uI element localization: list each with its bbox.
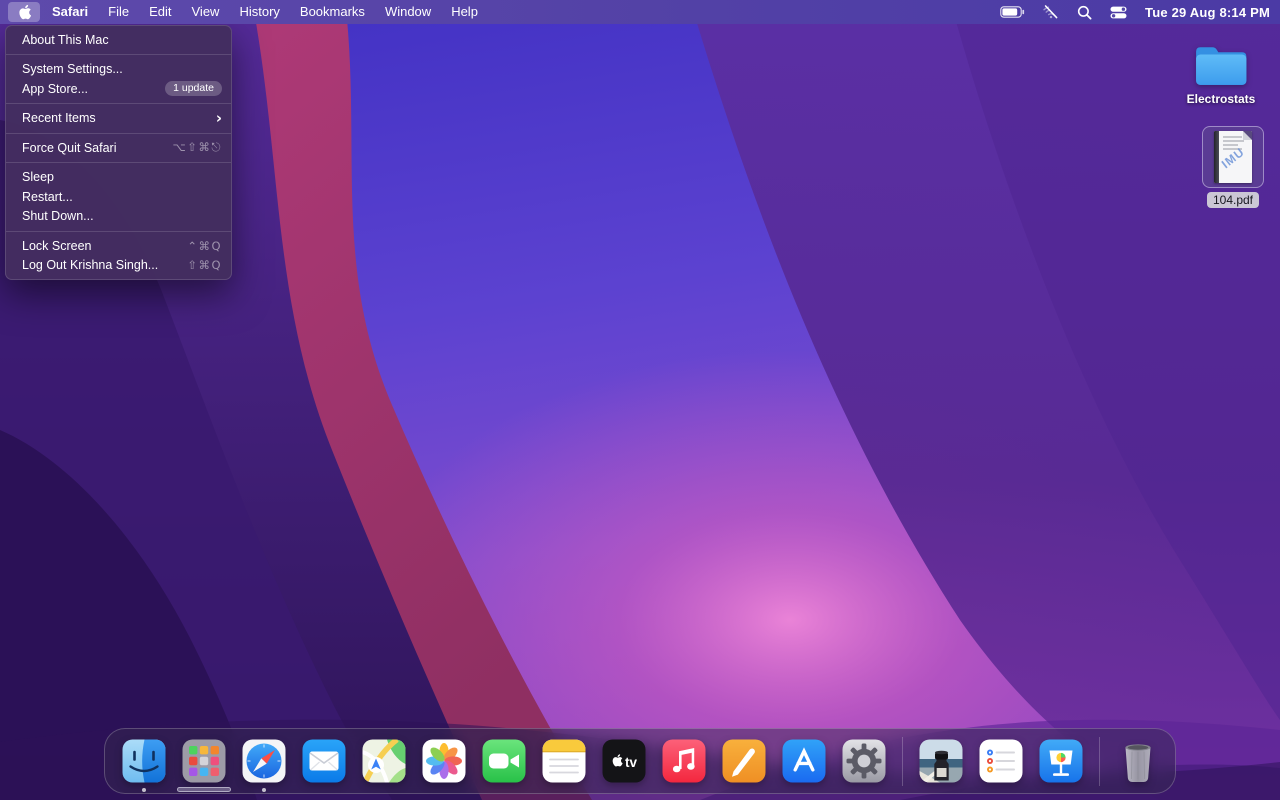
pages-icon	[721, 738, 767, 784]
menu-bar: Safari File Edit View History Bookmarks …	[0, 0, 1280, 24]
dock-item-notes[interactable]	[541, 738, 587, 784]
desktop-icon-104-pdf[interactable]: IMU 104.pdf	[1197, 126, 1269, 209]
music-icon	[661, 738, 707, 784]
menu-separator	[6, 54, 231, 55]
ink-bottle-photo-icon	[918, 738, 964, 784]
apple-menu-dropdown: About This Mac System Settings... App St…	[5, 25, 232, 280]
dock-item-safari[interactable]	[241, 738, 287, 784]
pdf-preview-thumbnail: IMU	[1214, 131, 1252, 183]
menu-separator	[6, 133, 231, 134]
menu-item-force-quit[interactable]: Force Quit Safari ⌥⇧⌘⎋	[6, 138, 231, 158]
tv-label: tv	[625, 755, 637, 770]
apple-menu-button[interactable]	[8, 2, 40, 22]
dock-item-reminders[interactable]	[978, 738, 1024, 784]
dock-item-photos[interactable]	[421, 738, 467, 784]
dock-item-system-settings[interactable]	[841, 738, 887, 784]
trash-icon	[1115, 738, 1161, 784]
dock-item-pages[interactable]	[721, 738, 767, 784]
menu-item-about-this-mac[interactable]: About This Mac	[6, 30, 231, 50]
menu-item-shut-down[interactable]: Shut Down...	[6, 207, 231, 227]
menu-file[interactable]: File	[98, 0, 139, 24]
finder-icon	[121, 738, 167, 784]
shortcut-lock-screen: ⌃⌘Q	[187, 239, 222, 253]
menu-separator	[6, 162, 231, 163]
search-icon[interactable]	[1077, 5, 1092, 20]
update-count-badge: 1 update	[165, 81, 222, 96]
dock-item-maps[interactable]	[361, 738, 407, 784]
dock-item-tv[interactable]: tv	[601, 738, 647, 784]
selection-highlight: IMU	[1202, 126, 1264, 188]
dock-item-recent-photo[interactable]	[918, 738, 964, 784]
menu-item-sleep[interactable]: Sleep	[6, 168, 231, 188]
shortcut-force-quit: ⌥⇧⌘⎋	[173, 140, 222, 155]
menu-history[interactable]: History	[229, 0, 289, 24]
menu-item-recent-items[interactable]: Recent Items ›	[6, 109, 231, 129]
dock: tv	[104, 728, 1176, 794]
wifi-off-icon[interactable]	[1043, 4, 1059, 20]
menu-help[interactable]: Help	[441, 0, 488, 24]
control-center-icon[interactable]	[1110, 6, 1127, 19]
menu-separator	[6, 231, 231, 232]
reminders-icon	[978, 738, 1024, 784]
pdf-spine	[1214, 131, 1219, 183]
running-indicator	[142, 788, 146, 792]
dock-indicator-bar	[177, 787, 231, 792]
folder-icon	[1192, 42, 1250, 88]
menu-item-restart[interactable]: Restart...	[6, 187, 231, 207]
dock-item-finder[interactable]	[121, 738, 167, 784]
system-settings-icon	[841, 738, 887, 784]
menu-separator	[6, 103, 231, 104]
menu-item-system-settings[interactable]: System Settings...	[6, 60, 231, 80]
launchpad-icon	[181, 738, 227, 784]
menu-edit[interactable]: Edit	[139, 0, 181, 24]
apple-icon	[18, 4, 31, 20]
dock-item-mail[interactable]	[301, 738, 347, 784]
facetime-icon	[481, 738, 527, 784]
apple-tv-icon: tv	[601, 738, 647, 784]
battery-icon[interactable]	[1000, 6, 1025, 18]
dock-item-music[interactable]	[661, 738, 707, 784]
menu-item-log-out[interactable]: Log Out Krishna Singh... ⇧⌘Q	[6, 256, 231, 276]
keynote-icon	[1038, 738, 1084, 784]
page-fold-cut	[1243, 131, 1252, 140]
menu-view[interactable]: View	[182, 0, 230, 24]
menu-app-name[interactable]: Safari	[42, 0, 98, 24]
safari-icon	[241, 738, 287, 784]
photos-icon	[421, 738, 467, 784]
dock-item-trash[interactable]	[1115, 738, 1161, 784]
desktop-icon-label: 104.pdf	[1207, 192, 1259, 208]
desktop-icon-electrostats[interactable]: Electrostats	[1183, 42, 1259, 106]
dock-divider	[1099, 737, 1100, 786]
dock-divider	[902, 737, 903, 786]
mail-icon	[301, 738, 347, 784]
menu-item-app-store[interactable]: App Store... 1 update	[6, 79, 231, 99]
maps-icon	[361, 738, 407, 784]
notes-icon	[541, 738, 587, 784]
desktop-icon-label: Electrostats	[1183, 92, 1259, 106]
dock-item-launchpad[interactable]	[181, 738, 227, 784]
submenu-chevron-icon: ›	[216, 111, 222, 126]
dock-item-keynote[interactable]	[1038, 738, 1084, 784]
dock-item-app-store[interactable]	[781, 738, 827, 784]
menu-bookmarks[interactable]: Bookmarks	[290, 0, 375, 24]
running-indicator	[262, 788, 266, 792]
app-store-icon	[781, 738, 827, 784]
menu-item-lock-screen[interactable]: Lock Screen ⌃⌘Q	[6, 236, 231, 256]
menu-window[interactable]: Window	[375, 0, 441, 24]
dock-item-facetime[interactable]	[481, 738, 527, 784]
menu-bar-clock[interactable]: Tue 29 Aug 8:14 PM	[1145, 5, 1270, 20]
shortcut-log-out: ⇧⌘Q	[187, 258, 222, 272]
desktop-screen: Safari File Edit View History Bookmarks …	[0, 0, 1280, 800]
